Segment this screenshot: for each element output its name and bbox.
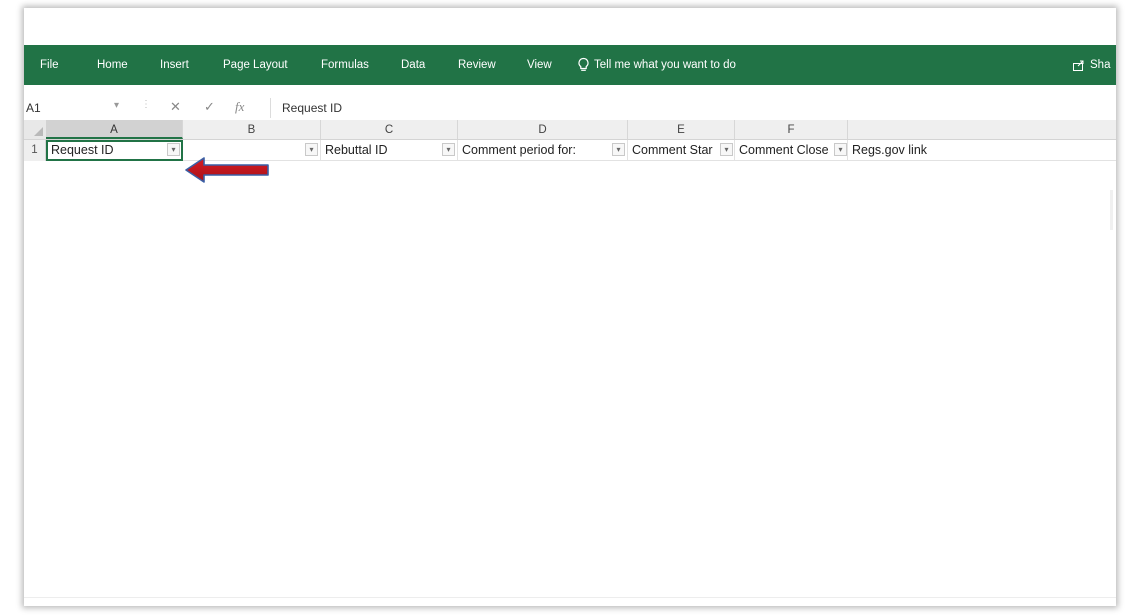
tab-home[interactable]: Home (97, 45, 128, 85)
filter-dropdown-icon[interactable]: ▾ (720, 143, 733, 156)
check-icon[interactable]: ✓ (204, 99, 215, 115)
filter-dropdown-icon[interactable]: ▾ (834, 143, 847, 156)
cell-c1[interactable]: Rebuttal ID (321, 140, 458, 161)
fx-icon[interactable]: fx (235, 99, 244, 115)
cell-d1[interactable]: Comment period for: (458, 140, 628, 161)
name-box[interactable]: A1 ▾ (26, 100, 126, 116)
scrollbar[interactable] (1110, 190, 1113, 230)
share-icon (1073, 60, 1084, 71)
column-header-a[interactable]: A (46, 120, 183, 139)
red-arrow-annotation (185, 157, 269, 183)
formula-bar: A1 ▾ ⋮ ✕ ✓ fx Request ID (24, 96, 1116, 120)
tab-review[interactable]: Review (458, 45, 496, 85)
cell-f1[interactable]: Comment Close (735, 140, 848, 161)
cell-g1[interactable]: Regs.gov link (848, 140, 1116, 161)
tab-data[interactable]: Data (401, 45, 425, 85)
excel-window: File Home Insert Page Layout Formulas Da… (24, 8, 1116, 606)
tab-view[interactable]: View (527, 45, 552, 85)
tab-page-layout[interactable]: Page Layout (223, 45, 288, 85)
more-options-icon: ⋮ (141, 99, 151, 110)
cell-a1[interactable]: Request ID (46, 140, 183, 161)
column-header-e[interactable]: E (628, 120, 735, 139)
column-header-c[interactable]: C (321, 120, 458, 139)
share-label: Sha (1090, 59, 1111, 71)
filter-dropdown-icon[interactable]: ▾ (305, 143, 318, 156)
cell-e1[interactable]: Comment Star (628, 140, 735, 161)
column-header-f[interactable]: F (735, 120, 848, 139)
column-header-d[interactable]: D (458, 120, 628, 139)
filter-dropdown-icon[interactable]: ▾ (167, 143, 180, 156)
ribbon-tabs: File Home Insert Page Layout Formulas Da… (24, 45, 1116, 85)
tab-insert[interactable]: Insert (160, 45, 189, 85)
name-box-value: A1 (26, 101, 41, 115)
tab-formulas[interactable]: Formulas (321, 45, 369, 85)
lightbulb-icon (578, 57, 589, 71)
column-header-b[interactable]: B (183, 120, 321, 139)
chevron-down-icon[interactable]: ▾ (114, 100, 119, 111)
tell-me-label: Tell me what you want to do (594, 59, 736, 71)
select-all-corner[interactable] (24, 120, 46, 139)
filter-dropdown-icon[interactable]: ▾ (612, 143, 625, 156)
column-header-row: A B C D E F (24, 120, 1116, 140)
close-icon[interactable]: ✕ (170, 99, 181, 115)
formula-separator (270, 98, 271, 118)
filter-dropdown-icon[interactable]: ▾ (442, 143, 455, 156)
tell-me-search[interactable]: Tell me what you want to do (577, 45, 736, 85)
bottom-edge (24, 597, 1116, 606)
share-button[interactable]: Sha (1072, 45, 1110, 85)
tab-file[interactable]: File (40, 45, 59, 85)
worksheet-grid[interactable]: A B C D E F 1 Request ID Rebuttal ID Com… (24, 120, 1116, 606)
row-header-1[interactable]: 1 (24, 140, 46, 161)
formula-input[interactable]: Request ID (282, 101, 342, 115)
